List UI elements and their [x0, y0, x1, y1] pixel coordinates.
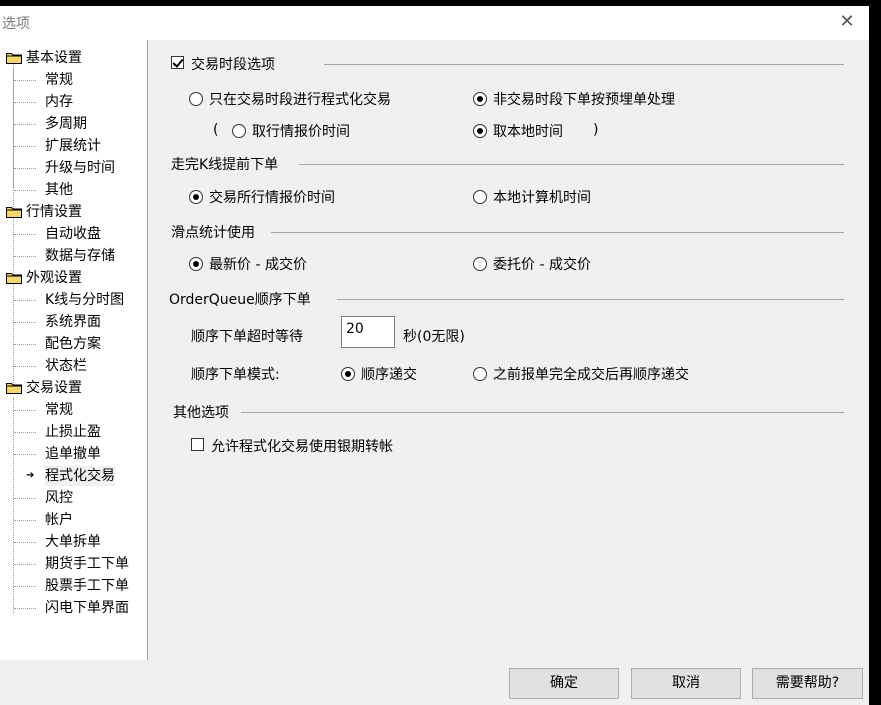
radio-sequential-submit[interactable] [341, 367, 355, 381]
paren-close: ) [593, 122, 599, 138]
radio-latest-price[interactable] [189, 257, 203, 271]
radio-local-computer-time[interactable] [473, 190, 487, 204]
close-icon[interactable]: ✕ [837, 12, 857, 32]
radio-local-time-label: 取本地时间 [493, 124, 563, 140]
folder-icon [6, 53, 22, 64]
selected-arrow-icon: ➔ [26, 470, 35, 481]
folder-icon [6, 207, 22, 218]
settings-panel: 交易时段选项 只在交易时段进行程式化交易 非交易时段下单按预埋单处理 ( 取行情… [149, 40, 869, 660]
window-title: 选项 [2, 16, 30, 32]
tree-group-label: 交易设置 [26, 380, 82, 396]
radio-exchange-time-label: 交易所行情报价时间 [209, 190, 335, 206]
cancel-button[interactable]: 取消 [631, 668, 741, 699]
radio-order-price[interactable] [473, 257, 487, 271]
radio-local-computer-time-label: 本地计算机时间 [493, 190, 591, 206]
section-title-kline: 走完K线提前下单 [171, 157, 279, 173]
radio-non-trading-prebook-label: 非交易时段下单按预埋单处理 [493, 92, 675, 108]
allow-silver-transfer-label: 允许程式化交易使用银期转帐 [211, 439, 393, 455]
radio-quote-time[interactable] [232, 124, 246, 138]
radio-local-time[interactable] [473, 124, 487, 138]
separator [271, 232, 844, 233]
radio-exchange-time[interactable] [189, 190, 203, 204]
timeout-input[interactable]: 20 [341, 316, 395, 348]
ok-button[interactable]: 确定 [509, 668, 619, 699]
paren-open: ( [213, 122, 219, 138]
folder-icon [6, 383, 22, 394]
radio-order-price-label: 委托价 - 成交价 [493, 257, 591, 273]
section-title-orderqueue: OrderQueue顺序下单 [169, 292, 311, 308]
separator [324, 64, 844, 65]
tree-group-label: 基本设置 [26, 50, 82, 66]
options-dialog: 选项 ✕ 基本设置 常规 内存 多周期 扩展统计 升级与时间 其他 行情设置 自… [0, 6, 869, 705]
options-tree: 基本设置 常规 内存 多周期 扩展统计 升级与时间 其他 行情设置 自动收盘 数… [0, 40, 148, 661]
help-button[interactable]: 需要帮助? [752, 668, 863, 699]
title-bar: 选项 ✕ [0, 6, 869, 40]
dialog-footer: 确定 取消 需要帮助? [0, 660, 869, 705]
tree-group-label: 行情设置 [26, 204, 82, 220]
mode-label: 顺序下单模式: [191, 367, 280, 383]
separator [299, 164, 844, 165]
separator [337, 299, 844, 300]
radio-after-fill-submit-label: 之前报单完全成交后再顺序递交 [493, 367, 689, 383]
radio-quote-time-label: 取行情报价时间 [252, 124, 350, 140]
timeout-label: 顺序下单超时等待 [191, 329, 303, 345]
radio-after-fill-submit[interactable] [473, 367, 487, 381]
radio-only-trading-hours[interactable] [189, 92, 203, 106]
section-title-other: 其他选项 [173, 405, 229, 421]
radio-sequential-submit-label: 顺序递交 [361, 367, 417, 383]
timeout-unit: 秒(0无限) [403, 329, 465, 345]
allow-silver-transfer-checkbox[interactable] [191, 438, 204, 451]
radio-non-trading-prebook[interactable] [473, 92, 487, 106]
section-title-slippage: 滑点统计使用 [171, 225, 255, 241]
trading-period-checkbox[interactable] [171, 56, 184, 69]
radio-only-trading-hours-label: 只在交易时段进行程式化交易 [209, 92, 391, 108]
separator [241, 412, 844, 413]
radio-latest-price-label: 最新价 - 成交价 [209, 257, 307, 273]
tree-group-label: 外观设置 [26, 270, 82, 286]
folder-icon [6, 273, 22, 284]
trading-period-label: 交易时段选项 [191, 57, 275, 73]
